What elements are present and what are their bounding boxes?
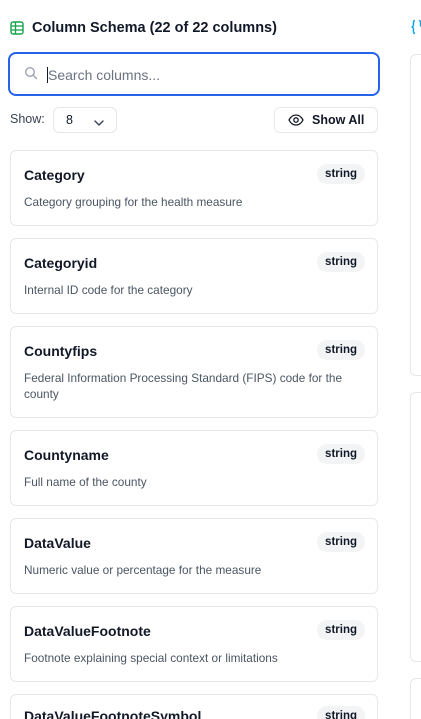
column-name: Countyfips (24, 343, 98, 359)
column-description: Full name of the county (24, 475, 147, 489)
column-description: Internal ID code for the category (24, 283, 193, 297)
type-badge: string (317, 444, 365, 464)
page-title: Column Schema (22 of 22 columns) (32, 20, 277, 36)
column-name: DataValue (24, 535, 91, 551)
type-badge: string (317, 532, 365, 552)
side-panel-card (410, 678, 421, 719)
column-card[interactable]: Countyfips string Federal Information Pr… (10, 326, 378, 418)
type-badge: string (317, 340, 365, 360)
column-card[interactable]: Categoryid string Internal ID code for t… (10, 238, 378, 314)
chevron-down-icon (94, 116, 104, 126)
type-badge: string (317, 252, 365, 272)
column-name: Categoryid (24, 255, 98, 271)
column-description: Numeric value or percentage for the meas… (24, 563, 262, 577)
column-description: Category grouping for the health measure (24, 195, 243, 209)
page-size-value: 8 (66, 113, 73, 127)
side-panel-card (410, 54, 421, 376)
type-badge: string (317, 706, 365, 719)
search-input[interactable] (48, 64, 368, 86)
table-icon (10, 21, 24, 35)
search-box[interactable] (8, 52, 380, 96)
page-size-select[interactable]: 8 (53, 107, 117, 133)
column-card[interactable]: DataValue string Numeric value or percen… (10, 518, 378, 594)
braces-icon[interactable] (410, 19, 421, 35)
column-description: Federal Information Processing Standard … (24, 371, 343, 401)
type-badge: string (317, 620, 365, 640)
type-badge: string (317, 164, 365, 184)
column-name: Countyname (24, 447, 109, 463)
show-label: Show: (10, 112, 45, 126)
column-card[interactable]: Category string Category grouping for th… (10, 150, 378, 226)
search-icon (24, 66, 38, 80)
show-all-button[interactable]: Show All (274, 107, 378, 133)
column-name: Category (24, 167, 85, 183)
show-all-label: Show All (312, 113, 365, 127)
schema-header: Column Schema (22 of 22 columns) (10, 18, 277, 38)
column-name: DataValueFootnote (24, 623, 151, 639)
column-schema-panel: Column Schema (22 of 22 columns) Show: 8 (0, 0, 421, 719)
column-card[interactable]: Countyname string Full name of the count… (10, 430, 378, 506)
column-name: DataValueFootnoteSymbol (24, 708, 202, 719)
column-card[interactable]: DataValueFootnoteSymbol string (10, 694, 378, 719)
column-description: Footnote explaining special context or l… (24, 651, 278, 665)
column-card[interactable]: DataValueFootnote string Footnote explai… (10, 606, 378, 682)
side-panel-card (410, 392, 421, 662)
eye-icon (288, 114, 304, 126)
